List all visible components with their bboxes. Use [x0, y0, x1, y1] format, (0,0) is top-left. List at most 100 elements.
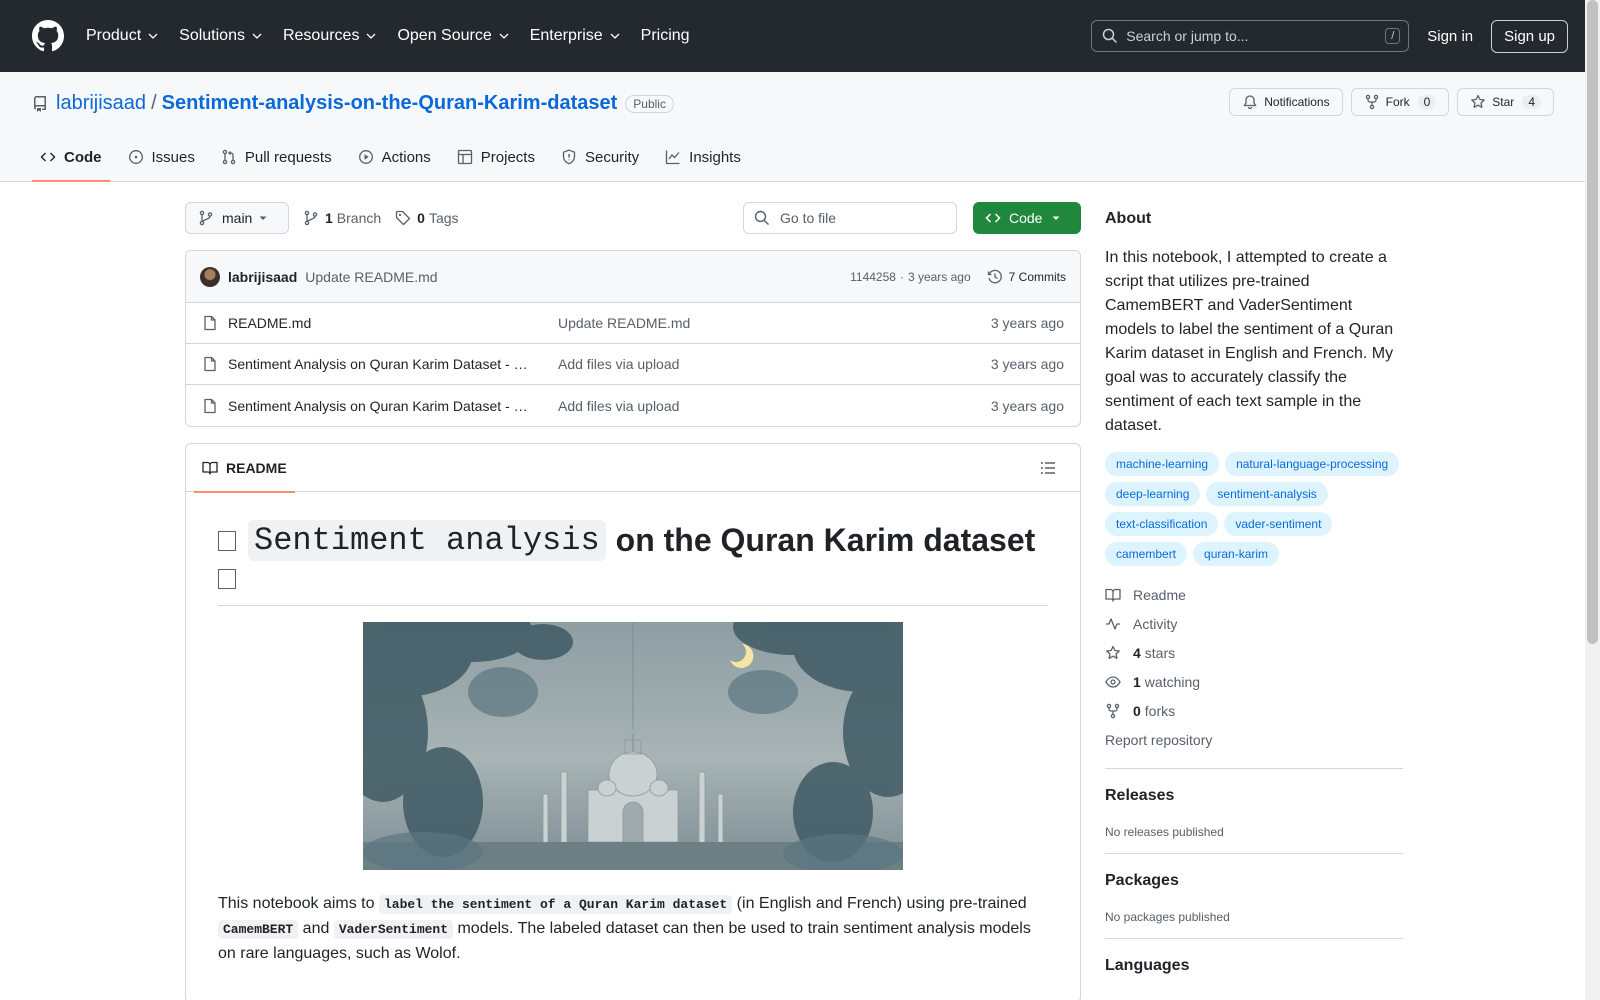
readme-panel: README Sentiment analysis on the Quran K… [185, 443, 1081, 1000]
topic-tag[interactable]: quran-karim [1193, 542, 1280, 566]
eye-icon [1105, 675, 1121, 688]
commit-message[interactable]: Update README.md [305, 269, 437, 285]
caret-down-icon [259, 216, 267, 220]
topic-tag[interactable]: sentiment-analysis [1206, 482, 1328, 506]
tab-security[interactable]: Security [553, 133, 647, 181]
nav-open-source[interactable]: Open Source [397, 27, 509, 45]
repo-name-link[interactable]: Sentiment-analysis-on-the-Quran-Karim-da… [162, 92, 618, 115]
bell-icon [1243, 95, 1257, 110]
watching-count: 1 [1133, 673, 1141, 690]
para-text: and [298, 920, 334, 937]
go-to-file-input[interactable]: Go to file [743, 202, 957, 234]
file-name[interactable]: README.md [228, 315, 528, 331]
sign-in-link[interactable]: Sign in [1427, 28, 1473, 45]
file-date: 3 years ago [990, 397, 1064, 414]
nav-product[interactable]: Product [86, 27, 159, 45]
commit-meta-separator: · [899, 269, 904, 284]
file-row[interactable]: README.md Update README.md 3 years ago [186, 303, 1080, 344]
fork-button[interactable]: Fork 0 [1350, 88, 1450, 116]
notifications-button[interactable]: Notifications [1229, 88, 1343, 116]
report-repository-link[interactable]: Report repository [1105, 725, 1403, 754]
readme-title: Sentiment analysis on the Quran Karim da… [248, 520, 1035, 561]
tag-icon [396, 210, 411, 226]
star-icon [1471, 94, 1486, 108]
about-links: Readme Activity 4 stars 1 watching 0 for… [1105, 580, 1403, 754]
star-label: Star [1492, 95, 1515, 109]
search-icon [754, 210, 769, 225]
sign-up-button[interactable]: Sign up [1491, 19, 1568, 53]
topic-tag[interactable]: camembert [1105, 542, 1188, 566]
file-name[interactable]: Sentiment Analysis on Quran Karim Datase… [228, 398, 528, 414]
commits-history-link[interactable]: 7 Commits [987, 269, 1066, 285]
scrollbar-thumb[interactable] [1587, 0, 1598, 644]
tab-code[interactable]: Code [32, 133, 110, 182]
star-icon [1106, 645, 1120, 659]
nav-pricing[interactable]: Pricing [641, 27, 690, 45]
about-heading: About [1105, 210, 1152, 227]
anchor-link-icon[interactable] [218, 530, 236, 551]
para-text: (in English and French) using pre-traine… [732, 895, 1027, 912]
code-download-button[interactable]: Code [973, 202, 1081, 234]
issue-icon [128, 150, 143, 164]
about-sidebar: About In this notebook, I attempted to c… [1105, 210, 1403, 975]
forks-link[interactable]: 0 forks [1105, 696, 1403, 725]
search-input[interactable]: Search or jump to... / [1091, 20, 1410, 52]
file-name[interactable]: Sentiment Analysis on Quran Karim Datase… [228, 356, 528, 372]
visibility-badge: Public [625, 94, 674, 113]
shield-icon [562, 149, 576, 165]
topic-tag[interactable]: vader-sentiment [1224, 512, 1333, 536]
pulse-icon [1106, 617, 1120, 630]
activity-link[interactable]: Activity [1105, 609, 1403, 638]
commit-hash[interactable]: 1144258 [850, 270, 896, 284]
github-logo-icon[interactable] [32, 20, 64, 52]
branches-link[interactable]: 1 Branch [303, 210, 381, 226]
readme-tab[interactable]: README [194, 444, 295, 493]
file-row[interactable]: Sentiment Analysis on Quran Karim Datase… [186, 344, 1080, 385]
tab-projects[interactable]: Projects [449, 133, 543, 181]
fork-count: 0 [1417, 95, 1437, 109]
stars-link[interactable]: 4 stars [1105, 638, 1403, 667]
commit-author[interactable]: labrijisaad [228, 269, 297, 285]
star-button[interactable]: Star 4 [1457, 88, 1554, 116]
branch-count: 1 [325, 210, 333, 226]
readme-subtitle-row [218, 569, 1048, 606]
tab-issues[interactable]: Issues [120, 133, 203, 181]
tab-pull-requests[interactable]: Pull requests [213, 133, 340, 181]
search-icon [1103, 28, 1118, 44]
tab-label: Actions [381, 148, 431, 166]
graph-icon [666, 150, 680, 165]
caret-down-icon [1052, 216, 1060, 220]
tags-link[interactable]: 0 Tags [395, 210, 459, 226]
topic-tag[interactable]: natural-language-processing [1225, 452, 1400, 476]
watchers-link[interactable]: 1 watching [1105, 667, 1403, 696]
nav-solutions[interactable]: Solutions [179, 27, 263, 45]
outline-button[interactable] [1032, 452, 1064, 484]
forks-label: forks [1144, 702, 1176, 719]
topic-tag[interactable]: text-classification [1105, 512, 1219, 536]
chevron-down-icon [252, 33, 262, 39]
file-commit-message[interactable]: Add files via upload [558, 398, 679, 414]
anchor-link-icon[interactable] [218, 569, 236, 589]
tab-insights[interactable]: Insights [657, 133, 749, 181]
readme-banner-image [363, 622, 903, 870]
repo-owner-link[interactable]: labrijisaad [56, 92, 146, 115]
file-commit-message[interactable]: Add files via upload [558, 356, 679, 372]
file-row[interactable]: Sentiment Analysis on Quran Karim Datase… [186, 385, 1080, 426]
branch-selector[interactable]: main [185, 202, 289, 234]
tab-actions[interactable]: Actions [350, 133, 439, 181]
file-commit-message[interactable]: Update README.md [558, 315, 690, 331]
topic-tag[interactable]: machine-learning [1105, 452, 1220, 476]
readme-link[interactable]: Readme [1105, 580, 1403, 609]
nav-enterprise[interactable]: Enterprise [530, 27, 621, 45]
tag-count-label: Tags [428, 210, 459, 226]
table-icon [457, 149, 472, 165]
readme-link-label: Readme [1133, 586, 1186, 603]
page-scrollbar[interactable] [1585, 0, 1600, 1000]
topic-tag[interactable]: deep-learning [1105, 482, 1201, 506]
packages-heading[interactable]: Packages [1105, 872, 1403, 890]
repo-header: labrijisaad / Sentiment-analysis-on-the-… [0, 72, 1600, 182]
avatar[interactable] [200, 266, 220, 287]
releases-heading[interactable]: Releases [1105, 787, 1403, 805]
nav-resources[interactable]: Resources [283, 27, 377, 45]
languages-section: Languages [1105, 938, 1403, 975]
